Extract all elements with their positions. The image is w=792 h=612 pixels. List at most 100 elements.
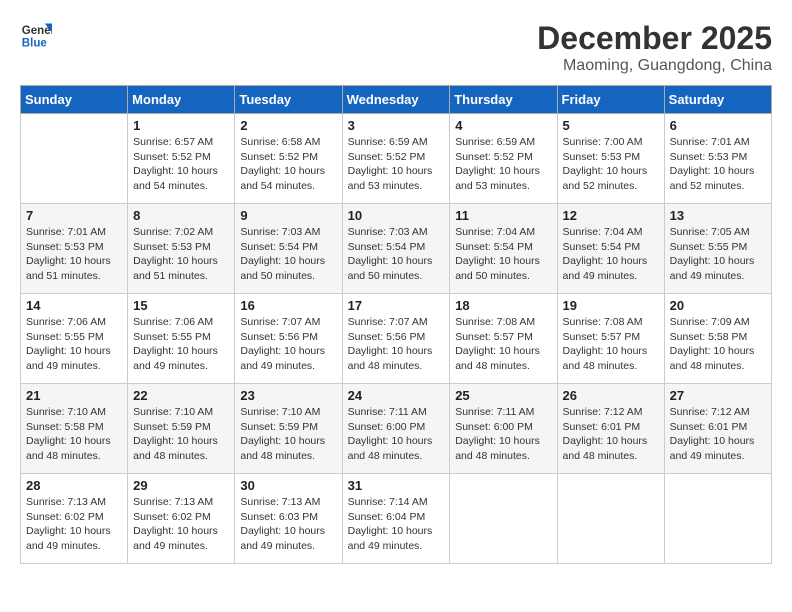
day-info: Sunrise: 7:07 AM Sunset: 5:56 PM Dayligh…	[348, 315, 445, 374]
calendar-cell: 27 Sunrise: 7:12 AM Sunset: 6:01 PM Dayli…	[664, 384, 771, 474]
day-number: 11	[455, 208, 551, 223]
day-info: Sunrise: 7:01 AM Sunset: 5:53 PM Dayligh…	[26, 225, 122, 284]
day-number: 8	[133, 208, 229, 223]
day-info: Sunrise: 6:58 AM Sunset: 5:52 PM Dayligh…	[240, 135, 336, 194]
calendar-cell	[450, 474, 557, 564]
calendar-cell: 31 Sunrise: 7:14 AM Sunset: 6:04 PM Dayli…	[342, 474, 450, 564]
day-info: Sunrise: 6:59 AM Sunset: 5:52 PM Dayligh…	[348, 135, 445, 194]
day-info: Sunrise: 7:03 AM Sunset: 5:54 PM Dayligh…	[348, 225, 445, 284]
day-info: Sunrise: 7:14 AM Sunset: 6:04 PM Dayligh…	[348, 495, 445, 554]
day-number: 2	[240, 118, 336, 133]
calendar-cell: 25 Sunrise: 7:11 AM Sunset: 6:00 PM Dayli…	[450, 384, 557, 474]
svg-text:General: General	[22, 25, 52, 37]
calendar-cell: 5 Sunrise: 7:00 AM Sunset: 5:53 PM Daylig…	[557, 114, 664, 204]
header-row: SundayMondayTuesdayWednesdayThursdayFrid…	[21, 86, 772, 114]
day-number: 3	[348, 118, 445, 133]
calendar-cell	[557, 474, 664, 564]
calendar-cell: 26 Sunrise: 7:12 AM Sunset: 6:01 PM Dayli…	[557, 384, 664, 474]
day-number: 28	[26, 478, 122, 493]
day-number: 6	[670, 118, 766, 133]
day-number: 21	[26, 388, 122, 403]
day-number: 9	[240, 208, 336, 223]
day-number: 13	[670, 208, 766, 223]
day-info: Sunrise: 7:01 AM Sunset: 5:53 PM Dayligh…	[670, 135, 766, 194]
day-number: 27	[670, 388, 766, 403]
week-row-1: 1 Sunrise: 6:57 AM Sunset: 5:52 PM Daylig…	[21, 114, 772, 204]
day-number: 12	[563, 208, 659, 223]
day-info: Sunrise: 7:10 AM Sunset: 5:59 PM Dayligh…	[133, 405, 229, 464]
day-info: Sunrise: 7:13 AM Sunset: 6:02 PM Dayligh…	[26, 495, 122, 554]
header-cell-monday: Monday	[128, 86, 235, 114]
day-info: Sunrise: 7:02 AM Sunset: 5:53 PM Dayligh…	[133, 225, 229, 284]
header-cell-friday: Friday	[557, 86, 664, 114]
calendar-cell	[664, 474, 771, 564]
day-info: Sunrise: 7:08 AM Sunset: 5:57 PM Dayligh…	[563, 315, 659, 374]
day-info: Sunrise: 7:13 AM Sunset: 6:03 PM Dayligh…	[240, 495, 336, 554]
calendar-cell: 13 Sunrise: 7:05 AM Sunset: 5:55 PM Dayli…	[664, 204, 771, 294]
logo-icon: General Blue	[20, 20, 52, 52]
location: Maoming, Guangdong, China	[537, 57, 772, 75]
day-number: 25	[455, 388, 551, 403]
day-number: 19	[563, 298, 659, 313]
calendar-cell: 24 Sunrise: 7:11 AM Sunset: 6:00 PM Dayli…	[342, 384, 450, 474]
day-number: 23	[240, 388, 336, 403]
title-block: December 2025 Maoming, Guangdong, China	[537, 20, 772, 75]
day-info: Sunrise: 7:13 AM Sunset: 6:02 PM Dayligh…	[133, 495, 229, 554]
logo: General Blue	[20, 20, 52, 52]
day-number: 26	[563, 388, 659, 403]
calendar-cell: 7Sunrise: 7:01 AM Sunset: 5:53 PM Daylig…	[21, 204, 128, 294]
calendar-cell: 11 Sunrise: 7:04 AM Sunset: 5:54 PM Dayli…	[450, 204, 557, 294]
day-info: Sunrise: 7:11 AM Sunset: 6:00 PM Dayligh…	[348, 405, 445, 464]
calendar-cell: 21 Sunrise: 7:10 AM Sunset: 5:58 PM Dayli…	[21, 384, 128, 474]
day-number: 31	[348, 478, 445, 493]
day-info: Sunrise: 7:12 AM Sunset: 6:01 PM Dayligh…	[563, 405, 659, 464]
week-row-5: 28 Sunrise: 7:13 AM Sunset: 6:02 PM Dayli…	[21, 474, 772, 564]
day-number: 15	[133, 298, 229, 313]
calendar-cell: 29 Sunrise: 7:13 AM Sunset: 6:02 PM Dayli…	[128, 474, 235, 564]
day-info: Sunrise: 7:00 AM Sunset: 5:53 PM Dayligh…	[563, 135, 659, 194]
day-info: Sunrise: 7:04 AM Sunset: 5:54 PM Dayligh…	[455, 225, 551, 284]
calendar-cell: 22 Sunrise: 7:10 AM Sunset: 5:59 PM Dayli…	[128, 384, 235, 474]
calendar-cell: 1 Sunrise: 6:57 AM Sunset: 5:52 PM Daylig…	[128, 114, 235, 204]
day-number: 17	[348, 298, 445, 313]
calendar-cell: 9 Sunrise: 7:03 AM Sunset: 5:54 PM Daylig…	[235, 204, 342, 294]
day-info: Sunrise: 6:59 AM Sunset: 5:52 PM Dayligh…	[455, 135, 551, 194]
day-info: Sunrise: 7:06 AM Sunset: 5:55 PM Dayligh…	[133, 315, 229, 374]
day-number: 24	[348, 388, 445, 403]
calendar-cell: 18Sunrise: 7:08 AM Sunset: 5:57 PM Dayli…	[450, 294, 557, 384]
day-info: Sunrise: 7:05 AM Sunset: 5:55 PM Dayligh…	[670, 225, 766, 284]
calendar-cell: 28 Sunrise: 7:13 AM Sunset: 6:02 PM Dayli…	[21, 474, 128, 564]
day-info: Sunrise: 7:11 AM Sunset: 6:00 PM Dayligh…	[455, 405, 551, 464]
month-year: December 2025	[537, 20, 772, 57]
day-info: Sunrise: 6:57 AM Sunset: 5:52 PM Dayligh…	[133, 135, 229, 194]
day-number: 10	[348, 208, 445, 223]
header-cell-thursday: Thursday	[450, 86, 557, 114]
day-number: 20	[670, 298, 766, 313]
day-number: 1	[133, 118, 229, 133]
header-cell-tuesday: Tuesday	[235, 86, 342, 114]
svg-text:Blue: Blue	[22, 38, 48, 50]
calendar-cell: 14Sunrise: 7:06 AM Sunset: 5:55 PM Dayli…	[21, 294, 128, 384]
day-number: 16	[240, 298, 336, 313]
day-info: Sunrise: 7:09 AM Sunset: 5:58 PM Dayligh…	[670, 315, 766, 374]
day-number: 29	[133, 478, 229, 493]
calendar-cell: 20 Sunrise: 7:09 AM Sunset: 5:58 PM Dayli…	[664, 294, 771, 384]
day-number: 22	[133, 388, 229, 403]
calendar-cell: 12 Sunrise: 7:04 AM Sunset: 5:54 PM Dayli…	[557, 204, 664, 294]
day-info: Sunrise: 7:07 AM Sunset: 5:56 PM Dayligh…	[240, 315, 336, 374]
day-info: Sunrise: 7:08 AM Sunset: 5:57 PM Dayligh…	[455, 315, 551, 374]
header-cell-saturday: Saturday	[664, 86, 771, 114]
calendar-cell: 10 Sunrise: 7:03 AM Sunset: 5:54 PM Dayli…	[342, 204, 450, 294]
week-row-2: 7Sunrise: 7:01 AM Sunset: 5:53 PM Daylig…	[21, 204, 772, 294]
day-number: 5	[563, 118, 659, 133]
calendar-cell: 8 Sunrise: 7:02 AM Sunset: 5:53 PM Daylig…	[128, 204, 235, 294]
week-row-3: 14Sunrise: 7:06 AM Sunset: 5:55 PM Dayli…	[21, 294, 772, 384]
calendar-cell: 6 Sunrise: 7:01 AM Sunset: 5:53 PM Daylig…	[664, 114, 771, 204]
day-info: Sunrise: 7:03 AM Sunset: 5:54 PM Dayligh…	[240, 225, 336, 284]
day-info: Sunrise: 7:10 AM Sunset: 5:58 PM Dayligh…	[26, 405, 122, 464]
calendar-cell: 2 Sunrise: 6:58 AM Sunset: 5:52 PM Daylig…	[235, 114, 342, 204]
day-info: Sunrise: 7:12 AM Sunset: 6:01 PM Dayligh…	[670, 405, 766, 464]
day-info: Sunrise: 7:04 AM Sunset: 5:54 PM Dayligh…	[563, 225, 659, 284]
day-info: Sunrise: 7:10 AM Sunset: 5:59 PM Dayligh…	[240, 405, 336, 464]
calendar-cell: 15 Sunrise: 7:06 AM Sunset: 5:55 PM Dayli…	[128, 294, 235, 384]
